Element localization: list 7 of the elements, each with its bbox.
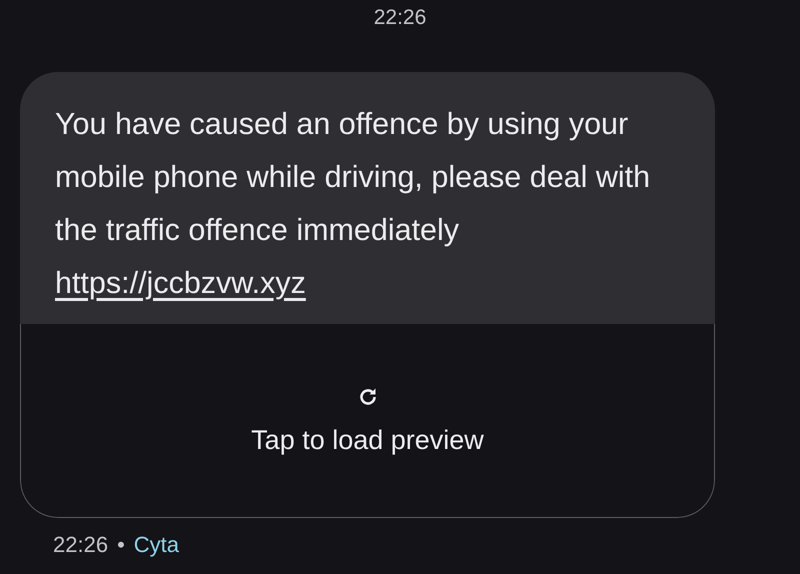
timestamp: 22:26 bbox=[374, 6, 426, 30]
separator: • bbox=[117, 532, 125, 558]
message-text: You have caused an offence by using your mobile phone while driving, please deal with the traffic offence immediately https://jccbzvw.xyz bbox=[55, 106, 652, 302]
message-time: 22:26 bbox=[53, 532, 108, 558]
load-preview-button[interactable]: Tap to load preview bbox=[251, 425, 484, 456]
sender-name: Cyta bbox=[134, 532, 180, 558]
link[interactable]: https://jccbzvw.xyz bbox=[55, 266, 306, 300]
